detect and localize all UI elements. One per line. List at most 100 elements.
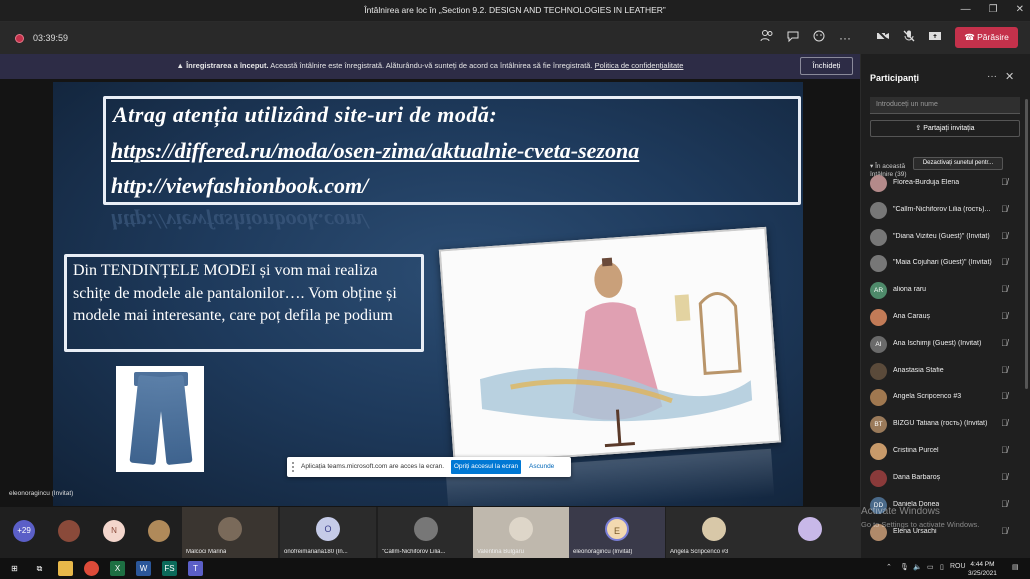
participant-name: aliona raru: [893, 286, 927, 293]
mic-off-icon[interactable]: 🎙̸: [1001, 365, 1008, 375]
participant-row[interactable]: "Diana Viziteu (Guest)" (Invitat) 🎙̸: [870, 225, 1020, 251]
chrome-icon[interactable]: [84, 561, 99, 576]
maximize-icon[interactable]: ❐: [989, 4, 998, 15]
reactions-icon[interactable]: [810, 29, 828, 47]
avatar: [870, 443, 887, 460]
stop-sharing-button[interactable]: Opriți accesul la ecran: [451, 460, 521, 474]
video-tile[interactable]: "Callm-Nichiforov Lilia...: [378, 507, 474, 558]
mic-off-icon[interactable]: 🎙̸: [1001, 311, 1008, 321]
notifications-icon[interactable]: ▤: [1012, 563, 1019, 571]
teams-icon[interactable]: T: [188, 561, 203, 576]
mic-off-icon[interactable]: 🎙̸: [1001, 391, 1008, 401]
drag-handle-icon[interactable]: [292, 462, 296, 472]
activate-windows-watermark: Activate Windows: [861, 506, 940, 517]
clock[interactable]: 4:44 PM 3/25/2021: [968, 560, 997, 578]
activate-windows-hint: Go to Settings to activate Windows.: [861, 520, 980, 529]
mic-off-icon[interactable]: 🎙̸: [1001, 445, 1008, 455]
mic-off-icon[interactable]: 🎙̸: [1001, 177, 1008, 187]
slide-link-1: https://differed.ru/moda/osen-zima/aktua…: [111, 138, 640, 163]
warning-icon: ▲: [176, 61, 187, 70]
hide-notification-link[interactable]: Ascunde: [529, 463, 554, 470]
excel-icon[interactable]: X: [110, 561, 125, 576]
jeans-image: [116, 366, 204, 472]
mic-off-icon[interactable]: 🎙̸: [1001, 338, 1008, 348]
mic-off-icon[interactable]: 🎙̸: [1001, 204, 1008, 214]
participant-row[interactable]: AR aliona raru 🎙̸: [870, 278, 1020, 304]
mic-off-icon[interactable]: [900, 29, 918, 47]
word-icon[interactable]: W: [136, 561, 151, 576]
share-invite-button[interactable]: ⇪ Partajați invitația: [870, 120, 1020, 137]
video-tile[interactable]: [762, 507, 860, 558]
more-options-icon[interactable]: ···: [836, 29, 854, 47]
mic-off-icon[interactable]: 🎙̸: [1001, 257, 1008, 267]
tile-label: "Callm-Nichiforov Lilia...: [382, 549, 446, 555]
participant-row[interactable]: Dana Barbaroș 🎙̸: [870, 466, 1020, 492]
participant-name: BÎZGU Tatiana (гость) (Invitat): [893, 420, 988, 427]
participant-row[interactable]: AI Ana Ischimji (Guest) (Invitat) 🎙̸: [870, 332, 1020, 358]
avatar: E: [605, 517, 629, 541]
video-tile[interactable]: E eleonoragincu (Invitat): [569, 507, 665, 558]
mic-off-icon[interactable]: 🎙̸: [1001, 472, 1008, 482]
avatar: AI: [870, 336, 887, 353]
avatar: [798, 517, 822, 541]
mute-all-button[interactable]: Dezactivați sunetul pentr...: [913, 157, 1003, 170]
avatar[interactable]: N: [103, 520, 125, 542]
chat-icon[interactable]: [784, 29, 802, 47]
file-explorer-icon[interactable]: [58, 561, 73, 576]
meeting-timer: 03:39:59: [33, 33, 69, 43]
leave-button[interactable]: ☎ Părăsire: [955, 27, 1018, 48]
participant-row[interactable]: Angela Scripcenco #3 🎙̸: [870, 385, 1020, 411]
avatar: [870, 255, 887, 272]
camera-off-icon[interactable]: [874, 29, 892, 47]
video-tile[interactable]: Angela Scripcenco #3: [666, 507, 762, 558]
minimize-icon[interactable]: —: [961, 4, 971, 15]
mic-off-icon[interactable]: 🎙̸: [1001, 418, 1008, 428]
panel-title: Participanți: [870, 73, 920, 83]
network-icon[interactable]: ▭: [927, 563, 934, 571]
avatar: AR: [870, 282, 887, 299]
video-tile[interactable]: Malcoci Marina: [182, 507, 278, 558]
panel-scrollbar[interactable]: [1025, 99, 1028, 389]
tray-chevron-icon[interactable]: ⌃: [886, 563, 892, 571]
more-options-icon[interactable]: ···: [987, 71, 997, 82]
mic-off-icon[interactable]: 🎙̸: [1001, 231, 1008, 241]
share-screen-icon[interactable]: [926, 29, 944, 47]
participant-row[interactable]: "Maia Cojuhari (Guest)" (Invitat) 🎙̸: [870, 251, 1020, 277]
windows-start-icon[interactable]: ⊞: [7, 561, 22, 576]
mic-off-icon[interactable]: 🎙̸: [1001, 526, 1008, 536]
avatar: [870, 229, 887, 246]
participant-row[interactable]: Florea-Burduja Elena 🎙̸: [870, 171, 1020, 197]
recording-banner: ▲ Înregistrarea a început. Această întâl…: [0, 54, 860, 79]
privacy-policy-link[interactable]: Politica de confidențialitate: [595, 61, 684, 70]
window-title: Întâlnirea are loc în „Section 9.2. DESI…: [364, 5, 666, 15]
video-tile[interactable]: Valentina Bulgaru: [473, 507, 569, 558]
avatar: O: [316, 517, 340, 541]
language-indicator[interactable]: ROU: [950, 563, 966, 570]
close-icon[interactable]: ✕: [1005, 70, 1014, 83]
mic-off-icon[interactable]: 🎙̸: [1001, 284, 1008, 294]
close-window-icon[interactable]: ✕: [1016, 4, 1024, 15]
phone-hangup-icon: ☎: [964, 32, 978, 42]
battery-icon[interactable]: ▯: [940, 563, 944, 571]
task-view-icon[interactable]: ⧉: [32, 561, 47, 576]
participant-row[interactable]: Anastasia Stafie 🎙̸: [870, 359, 1020, 385]
volume-icon[interactable]: 🔈: [913, 563, 922, 571]
leave-label: Părăsire: [977, 32, 1009, 42]
participant-row[interactable]: Cristina Purcel 🎙̸: [870, 439, 1020, 465]
participant-row[interactable]: "Callm-Nichiforov Lilia (гость)... 🎙̸: [870, 198, 1020, 224]
avatar: [414, 517, 438, 541]
participant-row[interactable]: Ana Carauș 🎙̸: [870, 305, 1020, 331]
participant-name: Anastasia Stafie: [893, 367, 944, 374]
participant-row[interactable]: BT BÎZGU Tatiana (гость) (Invitat) 🎙̸: [870, 412, 1020, 438]
participants-icon[interactable]: [758, 29, 776, 47]
avatar[interactable]: [148, 520, 170, 542]
participant-search-input[interactable]: Introduceți un nume: [870, 97, 1020, 114]
video-tile[interactable]: O onofreimariana180 (In...: [280, 507, 376, 558]
tray-mic-icon[interactable]: 🎙: [900, 563, 909, 571]
app-fs-icon[interactable]: FS: [162, 561, 177, 576]
overflow-participants-button[interactable]: +29: [13, 520, 35, 542]
mic-off-icon[interactable]: 🎙̸: [1001, 499, 1008, 509]
avatar[interactable]: [58, 520, 80, 542]
clock-date: 3/25/2021: [968, 570, 997, 577]
banner-close-button[interactable]: Închideți: [800, 57, 853, 75]
